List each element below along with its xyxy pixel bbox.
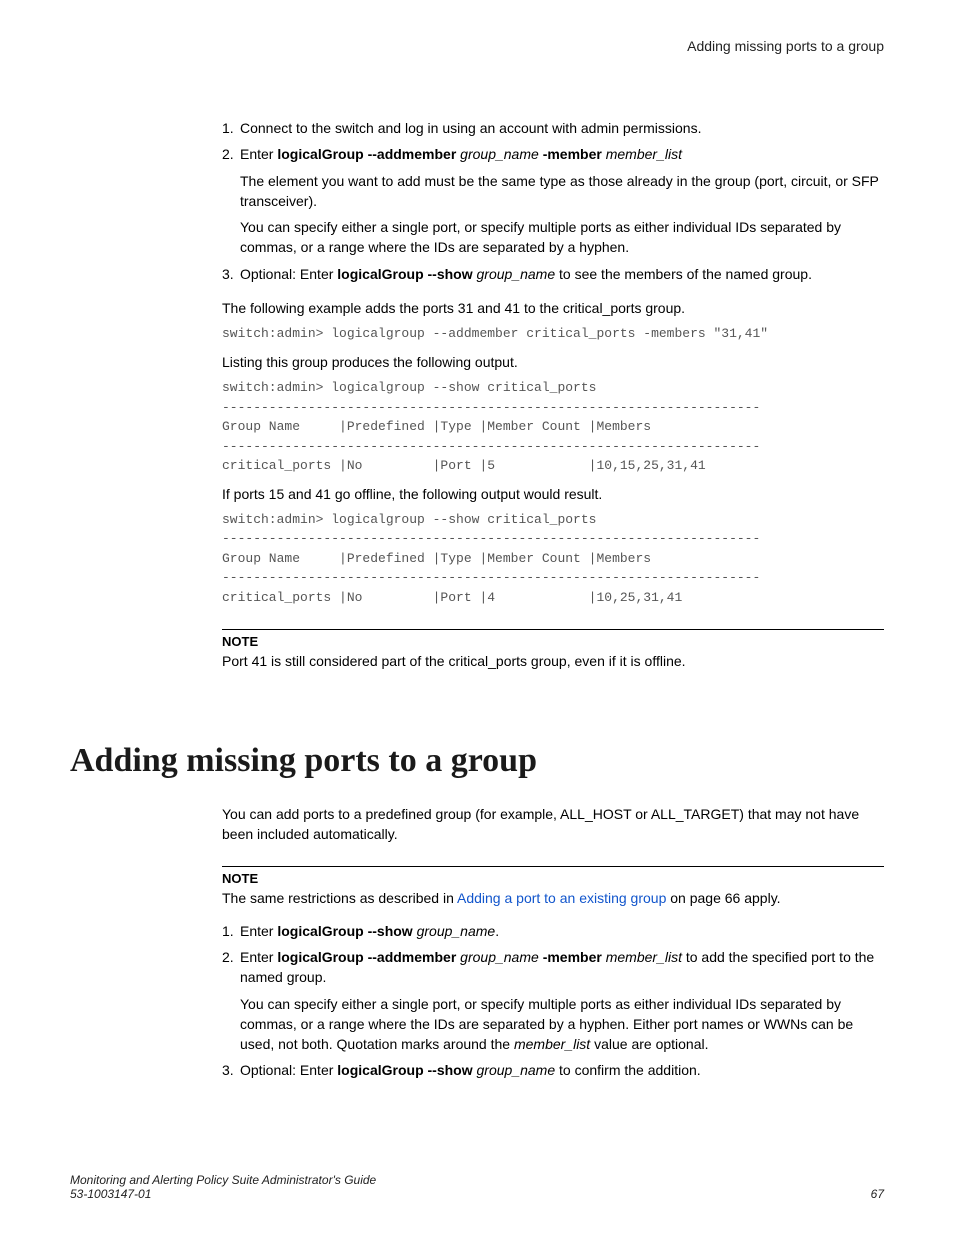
text: value are optional. xyxy=(590,1036,708,1052)
note-label: NOTE xyxy=(222,871,884,886)
step-text: Optional: Enter xyxy=(240,1062,337,1078)
running-header: Adding missing ports to a group xyxy=(70,38,884,54)
step-subtext: You can specify either a single port, or… xyxy=(240,994,884,1055)
step-text: Connect to the switch and log in using a… xyxy=(240,120,701,136)
step-text: . xyxy=(495,923,499,939)
command-flag: -member xyxy=(543,146,602,162)
step-1: Connect to the switch and log in using a… xyxy=(222,118,884,138)
step-2: Enter logicalGroup --addmember group_nam… xyxy=(222,947,884,1054)
doc-title: Monitoring and Alerting Policy Suite Adm… xyxy=(70,1173,376,1187)
note-rule xyxy=(222,866,884,867)
step-text: Enter xyxy=(240,146,277,162)
procedure-steps-1: Connect to the switch and log in using a… xyxy=(222,118,884,284)
step-2: Enter logicalGroup --addmember group_nam… xyxy=(222,144,884,257)
command-name: logicalGroup --show xyxy=(337,1062,472,1078)
step-1: Enter logicalGroup --show group_name. xyxy=(222,921,884,941)
note-text: The same restrictions as described in xyxy=(222,890,457,906)
note-label: NOTE xyxy=(222,634,884,649)
section-intro: You can add ports to a predefined group … xyxy=(222,804,884,845)
doc-number: 53-1003147-01 xyxy=(70,1187,376,1201)
terminal-output: switch:admin> logicalgroup --show critic… xyxy=(222,510,884,608)
content-block-1: Connect to the switch and log in using a… xyxy=(70,118,884,672)
arg-name: member_list xyxy=(514,1036,590,1052)
command-arg: group_name xyxy=(460,949,539,965)
step-3: Optional: Enter logicalGroup --show grou… xyxy=(222,1060,884,1080)
terminal-output: switch:admin> logicalgroup --show critic… xyxy=(222,378,884,476)
content-block-2: You can add ports to a predefined group … xyxy=(70,804,884,1081)
section-heading: Adding missing ports to a group xyxy=(70,742,884,780)
command-arg: group_name xyxy=(477,1062,556,1078)
note-text: on page 66 apply. xyxy=(666,890,780,906)
note-rule xyxy=(222,629,884,630)
command-flag: -member xyxy=(543,949,602,965)
command-arg: group_name xyxy=(460,146,539,162)
note-body: Port 41 is still considered part of the … xyxy=(222,651,884,671)
command-arg: group_name xyxy=(417,923,496,939)
step-text: Enter xyxy=(240,923,277,939)
page: Adding missing ports to a group Connect … xyxy=(0,0,954,1235)
example-intro: The following example adds the ports 31 … xyxy=(222,298,884,318)
command-name: logicalGroup --addmember xyxy=(277,949,456,965)
step-text: to see the members of the named group. xyxy=(555,266,812,282)
step-text: to confirm the addition. xyxy=(555,1062,701,1078)
example-text: Listing this group produces the followin… xyxy=(222,352,884,372)
cross-reference-link[interactable]: Adding a port to an existing group xyxy=(457,890,666,906)
page-number: 67 xyxy=(871,1187,884,1201)
terminal-output: switch:admin> logicalgroup --addmember c… xyxy=(222,324,884,344)
procedure-steps-2: Enter logicalGroup --show group_name. En… xyxy=(222,921,884,1081)
step-subtext: You can specify either a single port, or… xyxy=(240,217,884,258)
example-text: If ports 15 and 41 go offline, the follo… xyxy=(222,484,884,504)
page-footer: Monitoring and Alerting Policy Suite Adm… xyxy=(70,1173,884,1201)
command-name: logicalGroup --addmember xyxy=(277,146,456,162)
command-arg: member_list xyxy=(606,146,682,162)
step-text: Enter xyxy=(240,949,277,965)
footer-left: Monitoring and Alerting Policy Suite Adm… xyxy=(70,1173,376,1201)
command-name: logicalGroup --show xyxy=(337,266,472,282)
step-subtext: The element you want to add must be the … xyxy=(240,171,884,212)
note-body: The same restrictions as described in Ad… xyxy=(222,888,884,908)
step-3: Optional: Enter logicalGroup --show grou… xyxy=(222,264,884,284)
step-text: Optional: Enter xyxy=(240,266,337,282)
command-name: logicalGroup --show xyxy=(277,923,412,939)
command-arg: group_name xyxy=(477,266,556,282)
command-arg: member_list xyxy=(606,949,682,965)
